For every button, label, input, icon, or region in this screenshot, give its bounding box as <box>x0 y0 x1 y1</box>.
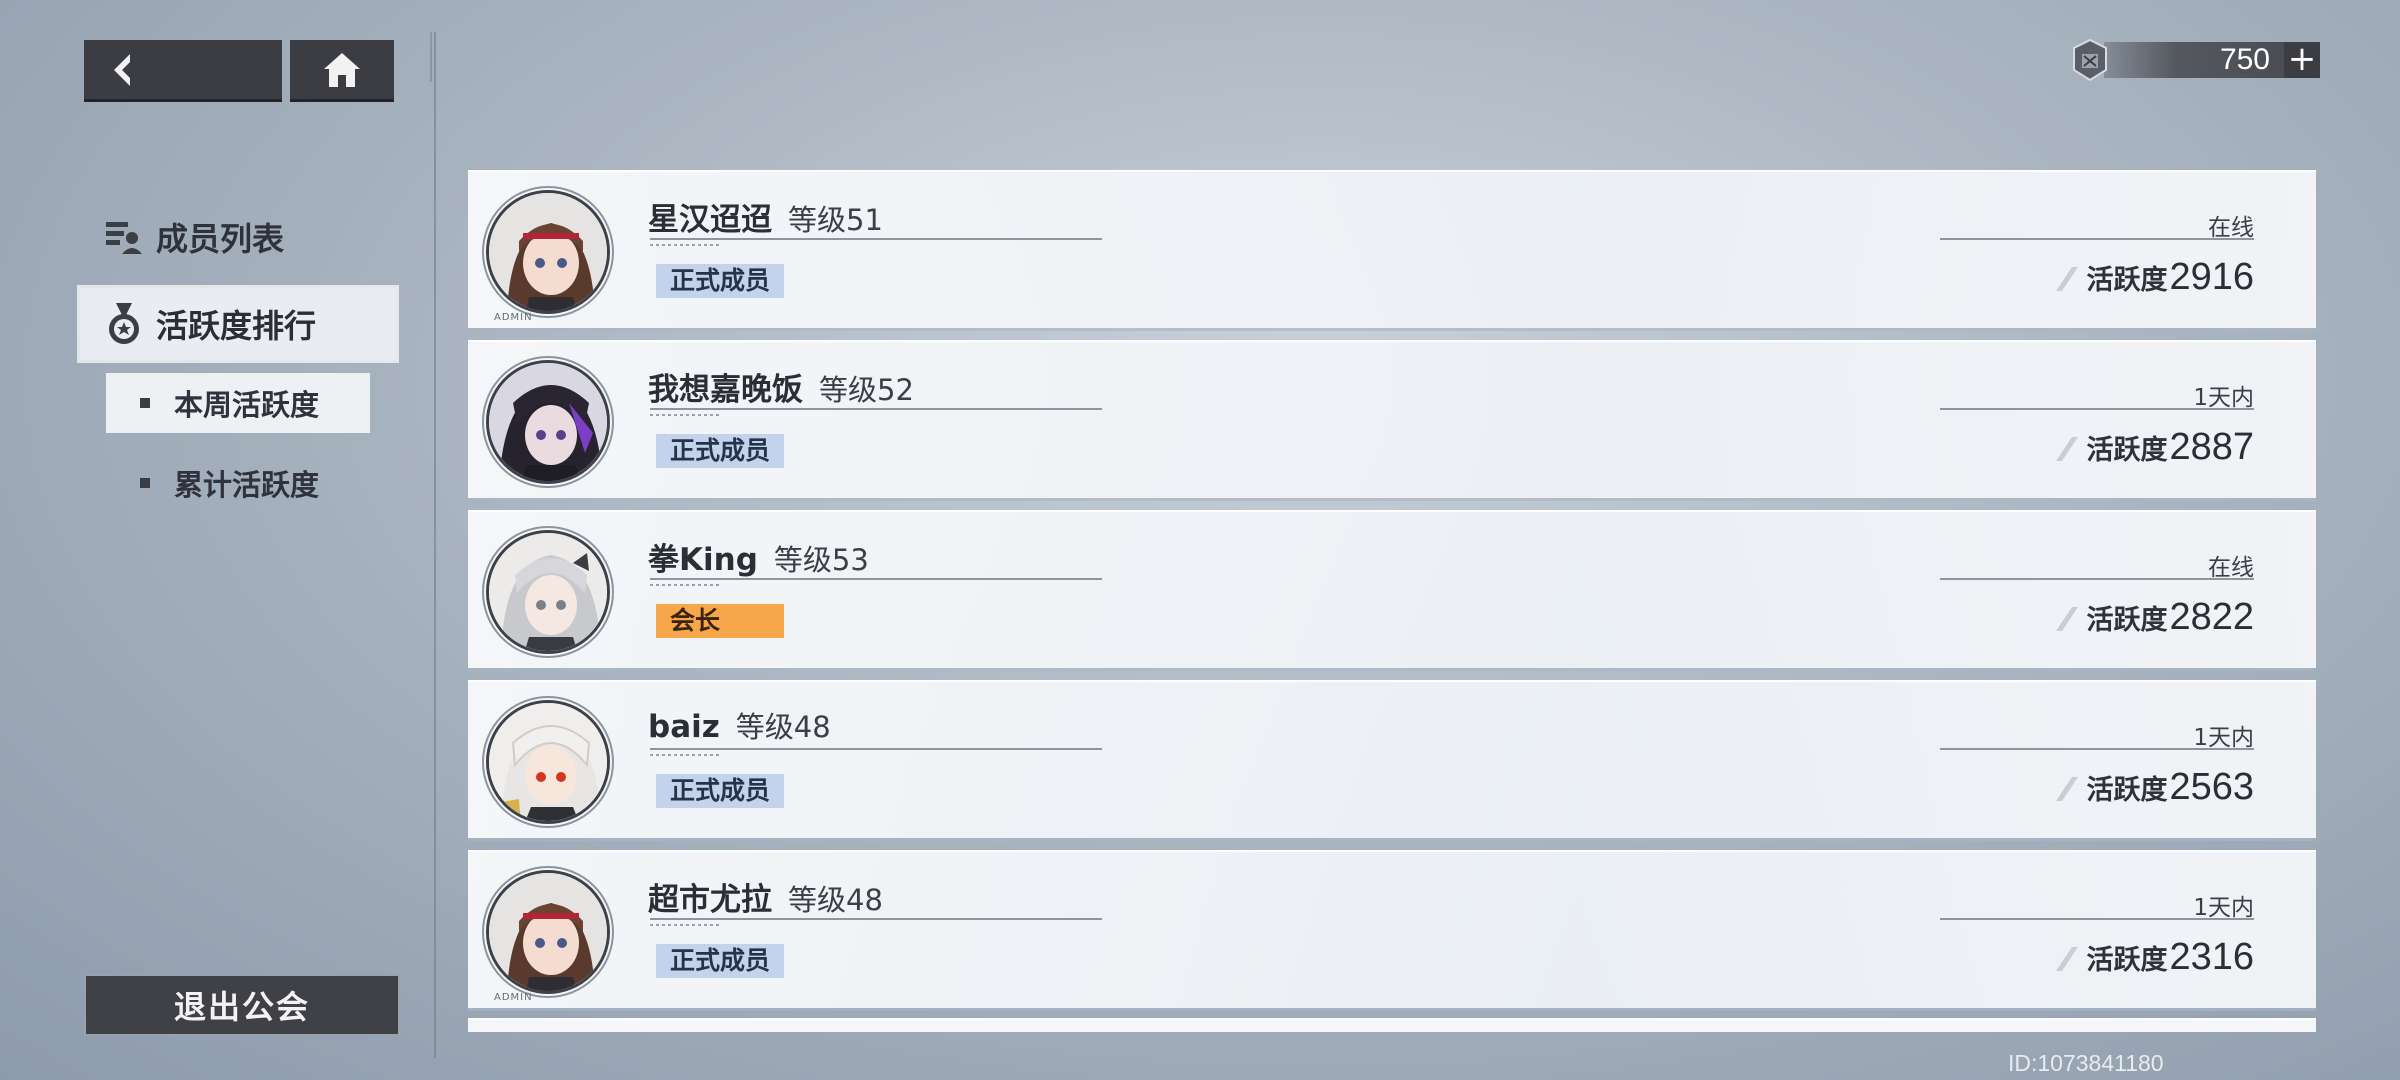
activity-ranking-label: 活跃度排行 <box>156 307 317 345</box>
avatar-portrait-icon <box>486 190 610 314</box>
member-row[interactable]: 我想嘉晚饭 等级52 正式成员 1天内 活跃度 2887 <box>468 340 2316 498</box>
avatar-portrait-icon <box>486 700 610 824</box>
weekly-activity-label: 本周活跃度 <box>174 388 320 422</box>
status-underline <box>1940 578 2254 580</box>
avatar[interactable] <box>482 696 614 828</box>
activity-score: 活跃度 2916 <box>2052 256 2254 299</box>
online-status: 1天内 <box>2193 725 2254 751</box>
member-row[interactable]: ADMIN 超市尤拉 等级48 正式成员 1天内 活跃度 2316 <box>468 850 2316 1008</box>
member-name: 星汉迢迢 <box>648 202 772 238</box>
activity-score: 活跃度 2563 <box>2052 766 2254 809</box>
avatar-portrait-icon <box>486 870 610 994</box>
member-name: baiz <box>648 709 720 745</box>
role-badge: 正式成员 <box>656 774 784 808</box>
activity-value: 2316 <box>2169 936 2254 978</box>
user-id: ID:1073841180 <box>2008 1050 2164 1076</box>
online-status: 1天内 <box>2193 385 2254 411</box>
back-arrow-icon <box>114 53 130 86</box>
activity-slash-icon <box>2056 776 2079 801</box>
member-row[interactable]: baiz 等级48 正式成员 1天内 活跃度 2563 <box>468 680 2316 838</box>
bullet-icon <box>140 478 150 488</box>
home-icon <box>324 52 360 87</box>
member-name: 我想嘉晚饭 <box>648 372 803 408</box>
name-underline <box>650 238 1102 246</box>
activity-score: 活跃度 2822 <box>2052 596 2254 639</box>
member-list-tab[interactable]: 成员列表 <box>104 214 284 260</box>
activity-value: 2916 <box>2169 256 2254 298</box>
activity-label: 活跃度 <box>2086 945 2168 976</box>
currency-value: 750 <box>2104 42 2284 78</box>
activity-value: 2822 <box>2169 596 2254 638</box>
activity-ranking-tab[interactable]: 活跃度排行 <box>80 288 396 360</box>
avatar[interactable] <box>482 356 614 488</box>
online-status: 在线 <box>2208 215 2254 241</box>
member-ranking-list[interactable]: ADMIN 星汉迢迢 等级51 正式成员 在线 活跃度 2916 我想嘉晚饭 等… <box>468 170 2316 1032</box>
member-level: 等级48 <box>788 883 883 917</box>
member-level: 等级52 <box>819 373 914 407</box>
activity-label: 活跃度 <box>2086 265 2168 296</box>
activity-label: 活跃度 <box>2086 605 2168 636</box>
status-underline <box>1940 918 2254 920</box>
activity-value: 2563 <box>2169 766 2254 808</box>
name-underline <box>650 408 1102 416</box>
member-level: 等级53 <box>773 543 869 577</box>
admin-tag: ADMIN <box>494 312 533 323</box>
member-row[interactable]: 拳King 等级53 会长 在线 活跃度 2822 <box>468 510 2316 668</box>
activity-value: 2887 <box>2169 426 2254 468</box>
activity-slash-icon <box>2056 266 2079 291</box>
total-activity-label: 累计活跃度 <box>174 468 320 502</box>
member-name: 超市尤拉 <box>648 882 772 918</box>
activity-label: 活跃度 <box>2086 775 2168 806</box>
quit-guild-button[interactable]: 退出公会 <box>84 974 400 1036</box>
admin-tag: ADMIN <box>494 992 533 1003</box>
avatar[interactable] <box>482 526 614 658</box>
activity-slash-icon <box>2056 606 2079 631</box>
bullet-icon <box>140 398 150 408</box>
role-badge: 正式成员 <box>656 264 784 298</box>
online-status: 在线 <box>2208 555 2254 581</box>
status-underline <box>1940 748 2254 750</box>
name-underline <box>650 578 1102 586</box>
currency-counter: 750 + <box>2070 38 2320 82</box>
activity-score: 活跃度 2316 <box>2052 936 2254 979</box>
member-name: 拳King <box>648 542 758 578</box>
activity-label: 活跃度 <box>2086 435 2168 466</box>
member-row[interactable]: ADMIN 星汉迢迢 等级51 正式成员 在线 活跃度 2916 <box>468 170 2316 328</box>
status-underline <box>1940 408 2254 410</box>
add-currency-button[interactable]: + <box>2284 42 2320 78</box>
member-level: 等级51 <box>788 203 883 237</box>
sidebar-divider <box>430 32 436 1058</box>
status-underline <box>1940 238 2254 240</box>
role-badge: 会长 <box>656 604 784 638</box>
member-list-label: 成员列表 <box>156 220 285 258</box>
total-activity-tab[interactable]: 累计活跃度 <box>108 455 368 511</box>
activity-slash-icon <box>2056 436 2079 461</box>
activity-score: 活跃度 2887 <box>2052 426 2254 469</box>
avatar-portrait-icon <box>486 530 610 654</box>
online-status: 1天内 <box>2193 895 2254 921</box>
member-level: 等级48 <box>735 710 831 744</box>
avatar[interactable]: ADMIN <box>482 866 614 1003</box>
role-badge: 正式成员 <box>656 944 784 978</box>
avatar[interactable]: ADMIN <box>482 186 614 323</box>
member-row-partial <box>468 1018 2316 1032</box>
home-button[interactable] <box>290 40 394 102</box>
role-badge: 正式成员 <box>656 434 784 468</box>
weekly-activity-tab[interactable]: 本周活跃度 <box>108 375 368 431</box>
currency-icon <box>2070 38 2110 82</box>
member-list-icon <box>106 222 142 254</box>
name-underline <box>650 918 1102 926</box>
medal-icon <box>109 303 139 344</box>
activity-slash-icon <box>2056 946 2079 971</box>
avatar-portrait-icon <box>486 360 610 484</box>
back-button[interactable] <box>84 40 282 102</box>
name-underline <box>650 748 1102 756</box>
